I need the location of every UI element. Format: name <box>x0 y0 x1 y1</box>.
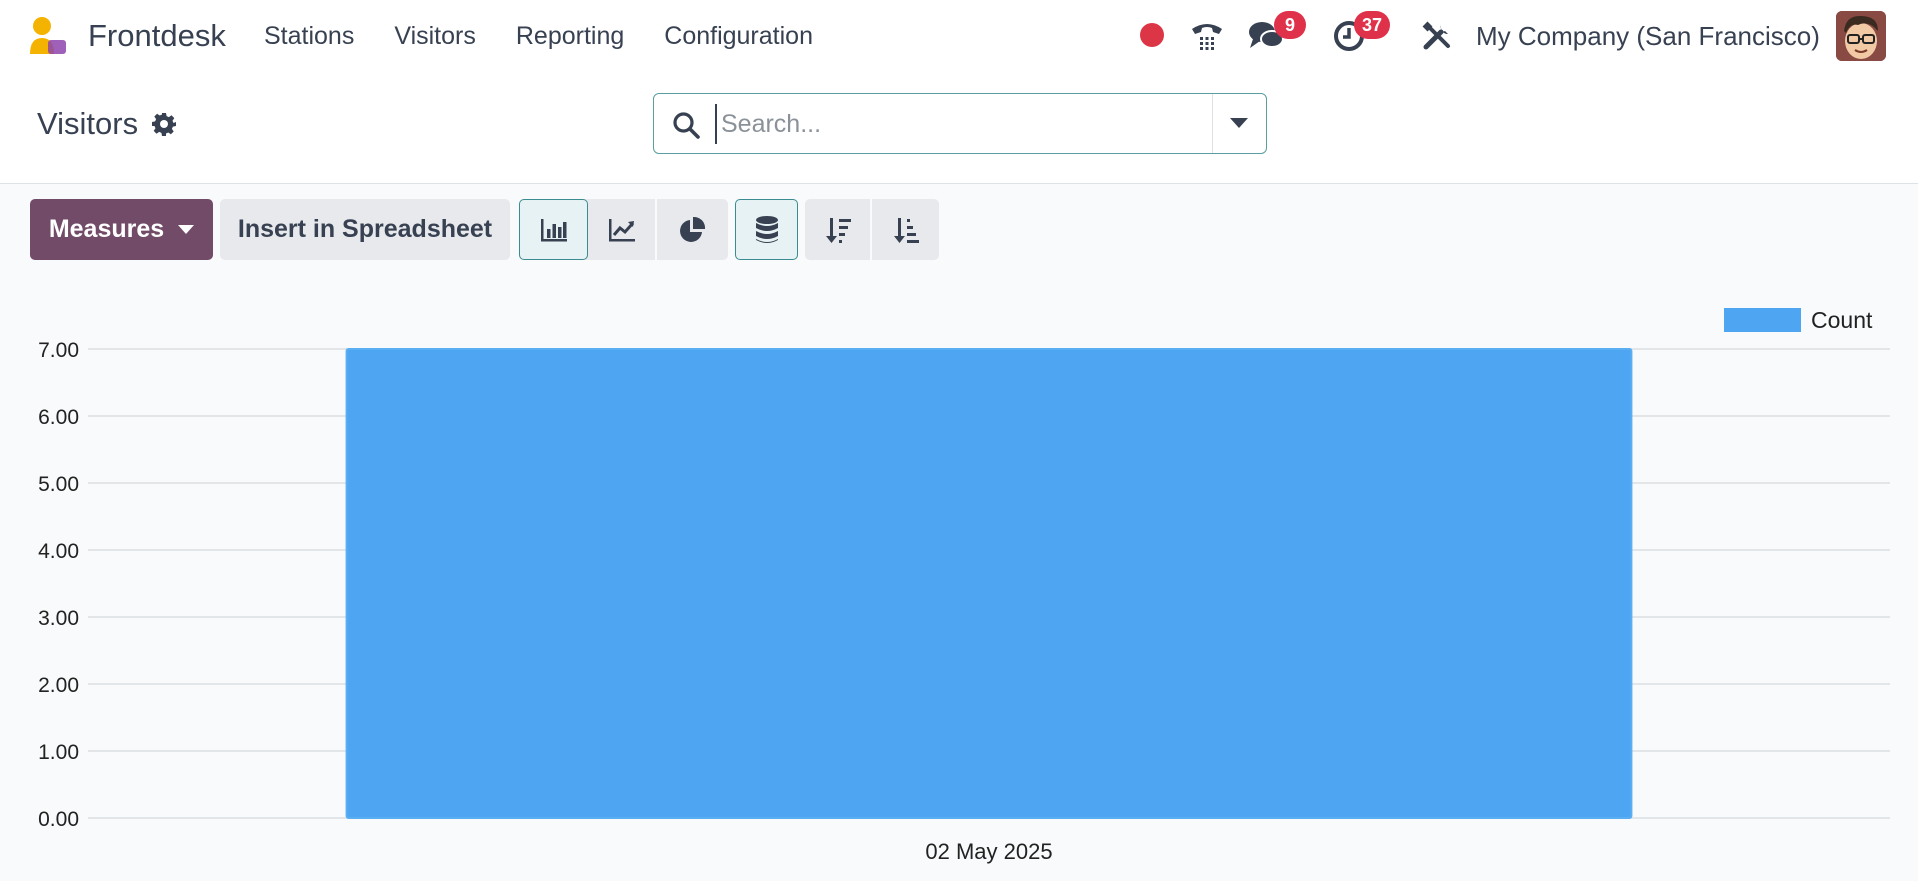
phone-icon[interactable] <box>1187 16 1227 56</box>
search-bar <box>653 93 1267 154</box>
sort-ascending-icon <box>893 217 919 243</box>
main-menu: Stations Visitors Reporting Configuratio… <box>264 19 853 53</box>
line-chart-icon <box>608 218 635 241</box>
control-panel: Visitors <box>0 72 1918 184</box>
bar-chart-button[interactable] <box>519 199 588 260</box>
recording-indicator-icon[interactable] <box>1140 23 1164 47</box>
y-tick-label: 3.00 <box>38 607 79 630</box>
top-navbar: Frontdesk Stations Visitors Reporting Co… <box>0 0 1918 72</box>
pie-chart-button[interactable] <box>657 199 726 260</box>
measures-label: Measures <box>48 215 165 243</box>
stacked-button[interactable] <box>735 199 798 260</box>
breadcrumb: Visitors <box>37 106 177 142</box>
line-chart-button[interactable] <box>588 199 657 260</box>
search-input[interactable] <box>715 104 1165 144</box>
sort-ascending-button[interactable] <box>872 199 939 260</box>
database-stack-icon <box>755 215 778 243</box>
sort-group <box>805 199 939 260</box>
search-divider <box>1212 94 1213 153</box>
company-switcher[interactable]: My Company (San Francisco) <box>1476 19 1820 53</box>
sort-descending-icon <box>825 217 851 243</box>
page-title: Visitors <box>37 106 139 141</box>
stacked-toggle-group <box>735 199 798 260</box>
legend-swatch <box>1724 308 1801 332</box>
chart-type-group <box>519 199 728 260</box>
y-tick-label: 7.00 <box>38 339 79 362</box>
measures-button[interactable]: Measures <box>30 199 213 260</box>
menu-item-reporting[interactable]: Reporting <box>516 19 624 53</box>
y-tick-label: 4.00 <box>38 540 79 563</box>
sort-descending-button[interactable] <box>805 199 872 260</box>
y-tick-label: 1.00 <box>38 741 79 764</box>
chart-bars <box>345 348 1633 819</box>
insert-in-spreadsheet-button[interactable]: Insert in Spreadsheet <box>220 199 510 260</box>
frontdesk-app-icon[interactable] <box>28 16 70 56</box>
messages-badge: 9 <box>1274 11 1306 39</box>
y-tick-label: 5.00 <box>38 473 79 496</box>
app-name[interactable]: Frontdesk <box>88 18 226 54</box>
pie-chart-icon <box>679 216 705 242</box>
menu-item-stations[interactable]: Stations <box>264 19 354 53</box>
chart-legend[interactable]: Count <box>1724 307 1873 333</box>
user-avatar[interactable] <box>1836 11 1886 61</box>
debug-tools-icon[interactable] <box>1417 16 1457 56</box>
menu-item-configuration[interactable]: Configuration <box>664 19 813 53</box>
y-tick-label: 6.00 <box>38 406 79 429</box>
caret-down-icon <box>178 225 195 234</box>
y-tick-label: 0.00 <box>38 808 79 831</box>
x-tick-label: 02 May 2025 <box>925 839 1052 864</box>
bar-chart-icon <box>540 218 567 241</box>
search-options-toggle-icon[interactable] <box>1230 118 1248 128</box>
activities-badge: 37 <box>1354 11 1391 39</box>
search-icon <box>673 112 700 139</box>
menu-item-visitors[interactable]: Visitors <box>394 19 476 53</box>
y-axis-ticks: 0.00 1.00 2.00 3.00 4.00 5.00 6.00 7.00 <box>38 339 79 831</box>
gear-icon[interactable] <box>152 112 177 136</box>
bar-chart: 0.00 1.00 2.00 3.00 4.00 5.00 6.00 7.00 02 May … <box>38 307 1890 864</box>
legend-label: Count <box>1811 307 1873 333</box>
bar[interactable] <box>345 348 1633 819</box>
y-tick-label: 2.00 <box>38 674 79 697</box>
x-axis-ticks: 02 May 2025 <box>925 839 1052 864</box>
